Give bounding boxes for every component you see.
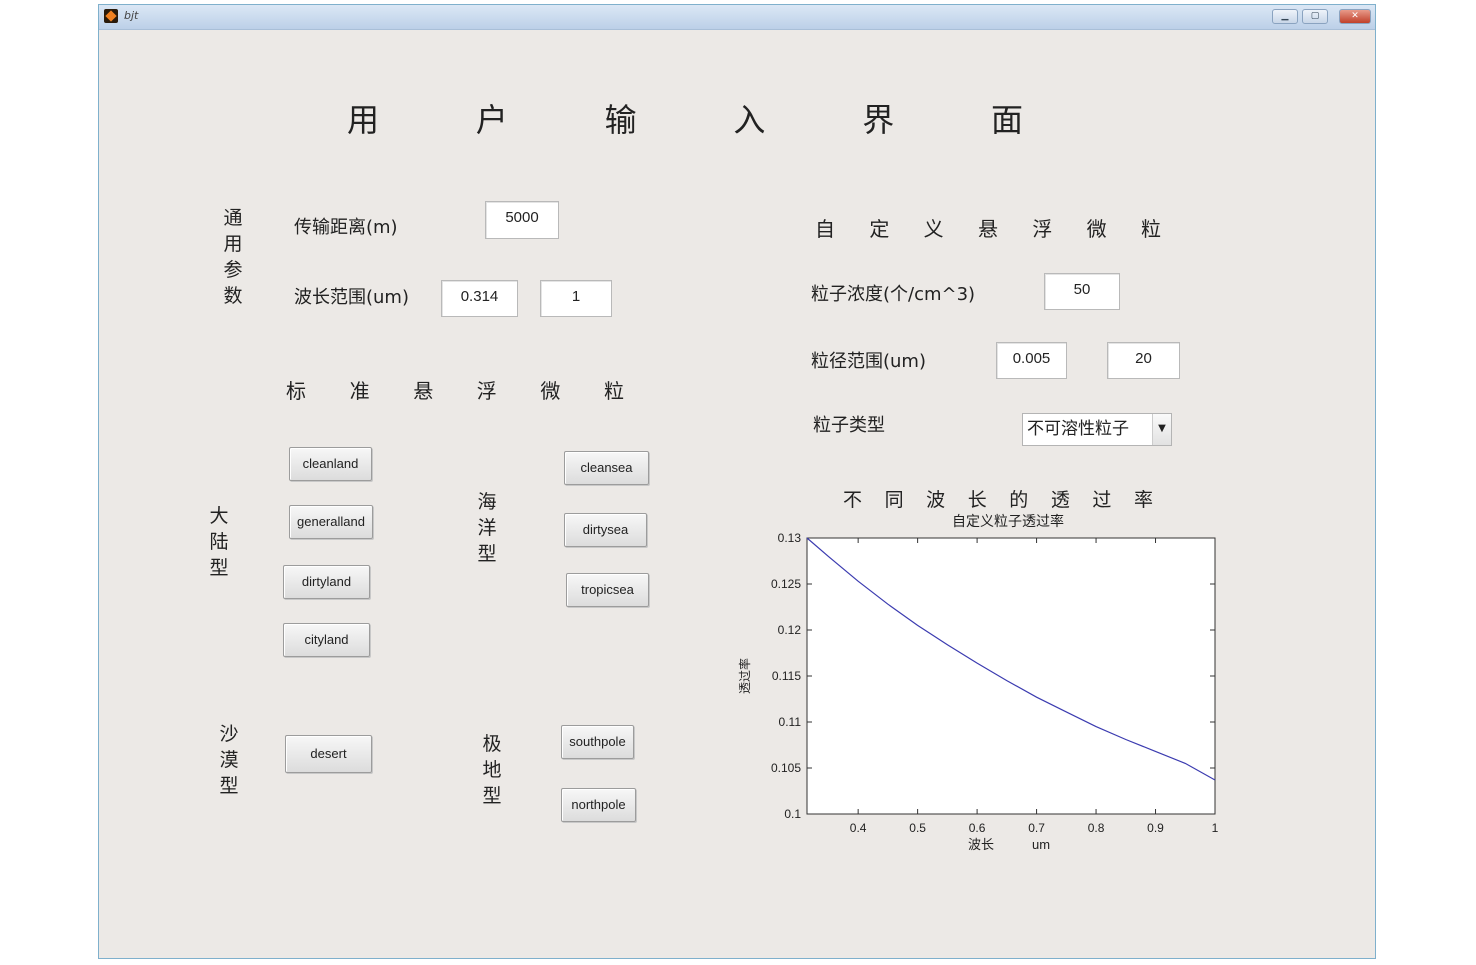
title-char: 浮 bbox=[476, 379, 497, 403]
x-tick-label: 0.5 bbox=[909, 821, 926, 835]
title-char: 准 bbox=[349, 379, 370, 403]
x-axis-unit: um bbox=[1032, 837, 1050, 852]
main-title-char: 用 bbox=[347, 101, 380, 139]
transmittance-chart: 自定义粒子透过率 0.10.1050.110.1150.120.1250.13 … bbox=[737, 513, 1219, 852]
y-tick-label: 0.115 bbox=[772, 669, 801, 683]
desert-label: 沙 漠 型 bbox=[217, 721, 241, 799]
y-tick-label: 0.12 bbox=[778, 623, 802, 637]
concentration-label: 粒子浓度(个/cm^3) bbox=[811, 284, 976, 305]
custom-particles-title: 自 定 义 悬 浮 微 粒 bbox=[815, 213, 1161, 242]
standard-particles-title: 标 准 悬 浮 微 粒 bbox=[286, 375, 624, 404]
matlab-icon bbox=[104, 9, 118, 23]
x-tick-label: 1 bbox=[1212, 821, 1219, 835]
y-tick-label: 0.125 bbox=[771, 577, 801, 591]
main-title-char: 户 bbox=[475, 101, 508, 139]
main-title-char: 界 bbox=[862, 101, 895, 139]
continental-label: 大 陆 型 bbox=[207, 503, 231, 581]
distance-label: 传输距离(m) bbox=[294, 217, 398, 238]
radius-label: 粒径范围(um) bbox=[811, 351, 926, 372]
title-char: 自 bbox=[815, 217, 835, 241]
x-tick-label: 0.8 bbox=[1088, 821, 1105, 835]
wavelength-label: 波长范围(um) bbox=[294, 287, 409, 308]
wavelength-min-input[interactable]: 0.314 bbox=[441, 280, 518, 317]
title-char: 微 bbox=[1086, 217, 1107, 241]
generalland-button[interactable]: generalland bbox=[289, 505, 373, 539]
y-tick-label: 0.1 bbox=[784, 807, 801, 821]
ocean-label: 海 洋 型 bbox=[475, 489, 499, 567]
y-tick-label: 0.11 bbox=[779, 715, 802, 729]
cleansea-button[interactable]: cleansea bbox=[564, 451, 649, 485]
y-axis-label: 透过率 bbox=[737, 658, 752, 694]
label-char: 通 bbox=[223, 207, 243, 229]
y-tick-label: 0.13 bbox=[778, 531, 802, 545]
title-char: 悬 bbox=[413, 379, 434, 403]
x-axis-label: 波长 bbox=[968, 837, 994, 852]
label-char: 漠 bbox=[219, 749, 239, 771]
main-title-char: 输 bbox=[604, 101, 637, 139]
label-char: 数 bbox=[223, 285, 243, 307]
wavelength-max-input[interactable]: 1 bbox=[540, 280, 612, 317]
title-char: 定 bbox=[869, 217, 890, 241]
main-title-char: 面 bbox=[990, 101, 1023, 139]
general-params-label: 通 用 参 数 bbox=[221, 205, 245, 309]
label-char: 型 bbox=[477, 543, 497, 565]
label-char: 沙 bbox=[219, 723, 239, 745]
title-char: 义 bbox=[923, 217, 944, 241]
label-char: 地 bbox=[482, 759, 502, 781]
plot-area bbox=[806, 537, 1216, 815]
tropicsea-button[interactable]: tropicsea bbox=[566, 573, 649, 607]
particle-type-value: 不可溶性粒子 bbox=[1027, 419, 1129, 439]
title-char: 微 bbox=[540, 379, 561, 403]
title-char: 粒 bbox=[603, 379, 624, 403]
minimize-button[interactable]: ▁ bbox=[1272, 9, 1298, 24]
radius-max-input[interactable]: 20 bbox=[1107, 342, 1180, 379]
particle-type-label: 粒子类型 bbox=[813, 415, 885, 436]
concentration-input[interactable]: 50 bbox=[1044, 273, 1120, 310]
radius-min-input[interactable]: 0.005 bbox=[996, 342, 1067, 379]
cityland-button[interactable]: cityland bbox=[283, 623, 370, 657]
cleanland-button[interactable]: cleanland bbox=[289, 447, 372, 481]
title-bar[interactable]: bjt ▁ ▢ ✕ bbox=[99, 5, 1375, 30]
x-tick-label: 0.4 bbox=[850, 821, 867, 835]
dropdown-arrow-icon[interactable]: ▼ bbox=[1152, 414, 1171, 445]
label-char: 陆 bbox=[209, 531, 229, 553]
label-char: 极 bbox=[482, 733, 502, 755]
label-char: 大 bbox=[209, 505, 229, 527]
x-tick-label: 0.9 bbox=[1147, 821, 1164, 835]
dirtyland-button[interactable]: dirtyland bbox=[283, 565, 370, 599]
chart-title: 自定义粒子透过率 bbox=[952, 513, 1064, 529]
desert-button[interactable]: desert bbox=[285, 735, 372, 773]
x-tick-label: 0.6 bbox=[969, 821, 986, 835]
label-char: 参 bbox=[223, 259, 243, 281]
label-char: 型 bbox=[219, 775, 239, 797]
label-char: 型 bbox=[209, 557, 229, 579]
title-char: 粒 bbox=[1140, 217, 1161, 241]
southpole-button[interactable]: southpole bbox=[561, 725, 634, 759]
app-window: bjt ▁ ▢ ✕ 用 户 输 入 界 面 通 用 参 数 传输距离(m) 50… bbox=[98, 4, 1376, 959]
northpole-button[interactable]: northpole bbox=[561, 788, 636, 822]
dirtysea-button[interactable]: dirtysea bbox=[564, 513, 647, 547]
window-title: bjt bbox=[124, 9, 139, 22]
y-tick-label: 0.105 bbox=[771, 761, 801, 775]
title-char: 悬 bbox=[977, 217, 998, 241]
title-char: 浮 bbox=[1032, 217, 1053, 241]
label-char: 用 bbox=[223, 233, 243, 255]
x-tick-label: 0.7 bbox=[1028, 821, 1045, 835]
title-char: 标 bbox=[286, 379, 306, 403]
label-char: 洋 bbox=[477, 517, 497, 539]
label-char: 型 bbox=[482, 785, 502, 807]
close-button[interactable]: ✕ bbox=[1339, 9, 1371, 24]
main-title: 用 户 输 入 界 面 bbox=[347, 95, 1023, 141]
maximize-button[interactable]: ▢ bbox=[1302, 9, 1328, 24]
main-title-char: 入 bbox=[733, 101, 766, 139]
label-char: 海 bbox=[477, 491, 497, 513]
polar-label: 极 地 型 bbox=[480, 731, 504, 809]
particle-type-select[interactable]: 不可溶性粒子 ▼ bbox=[1022, 413, 1172, 446]
distance-input[interactable]: 5000 bbox=[485, 201, 559, 239]
